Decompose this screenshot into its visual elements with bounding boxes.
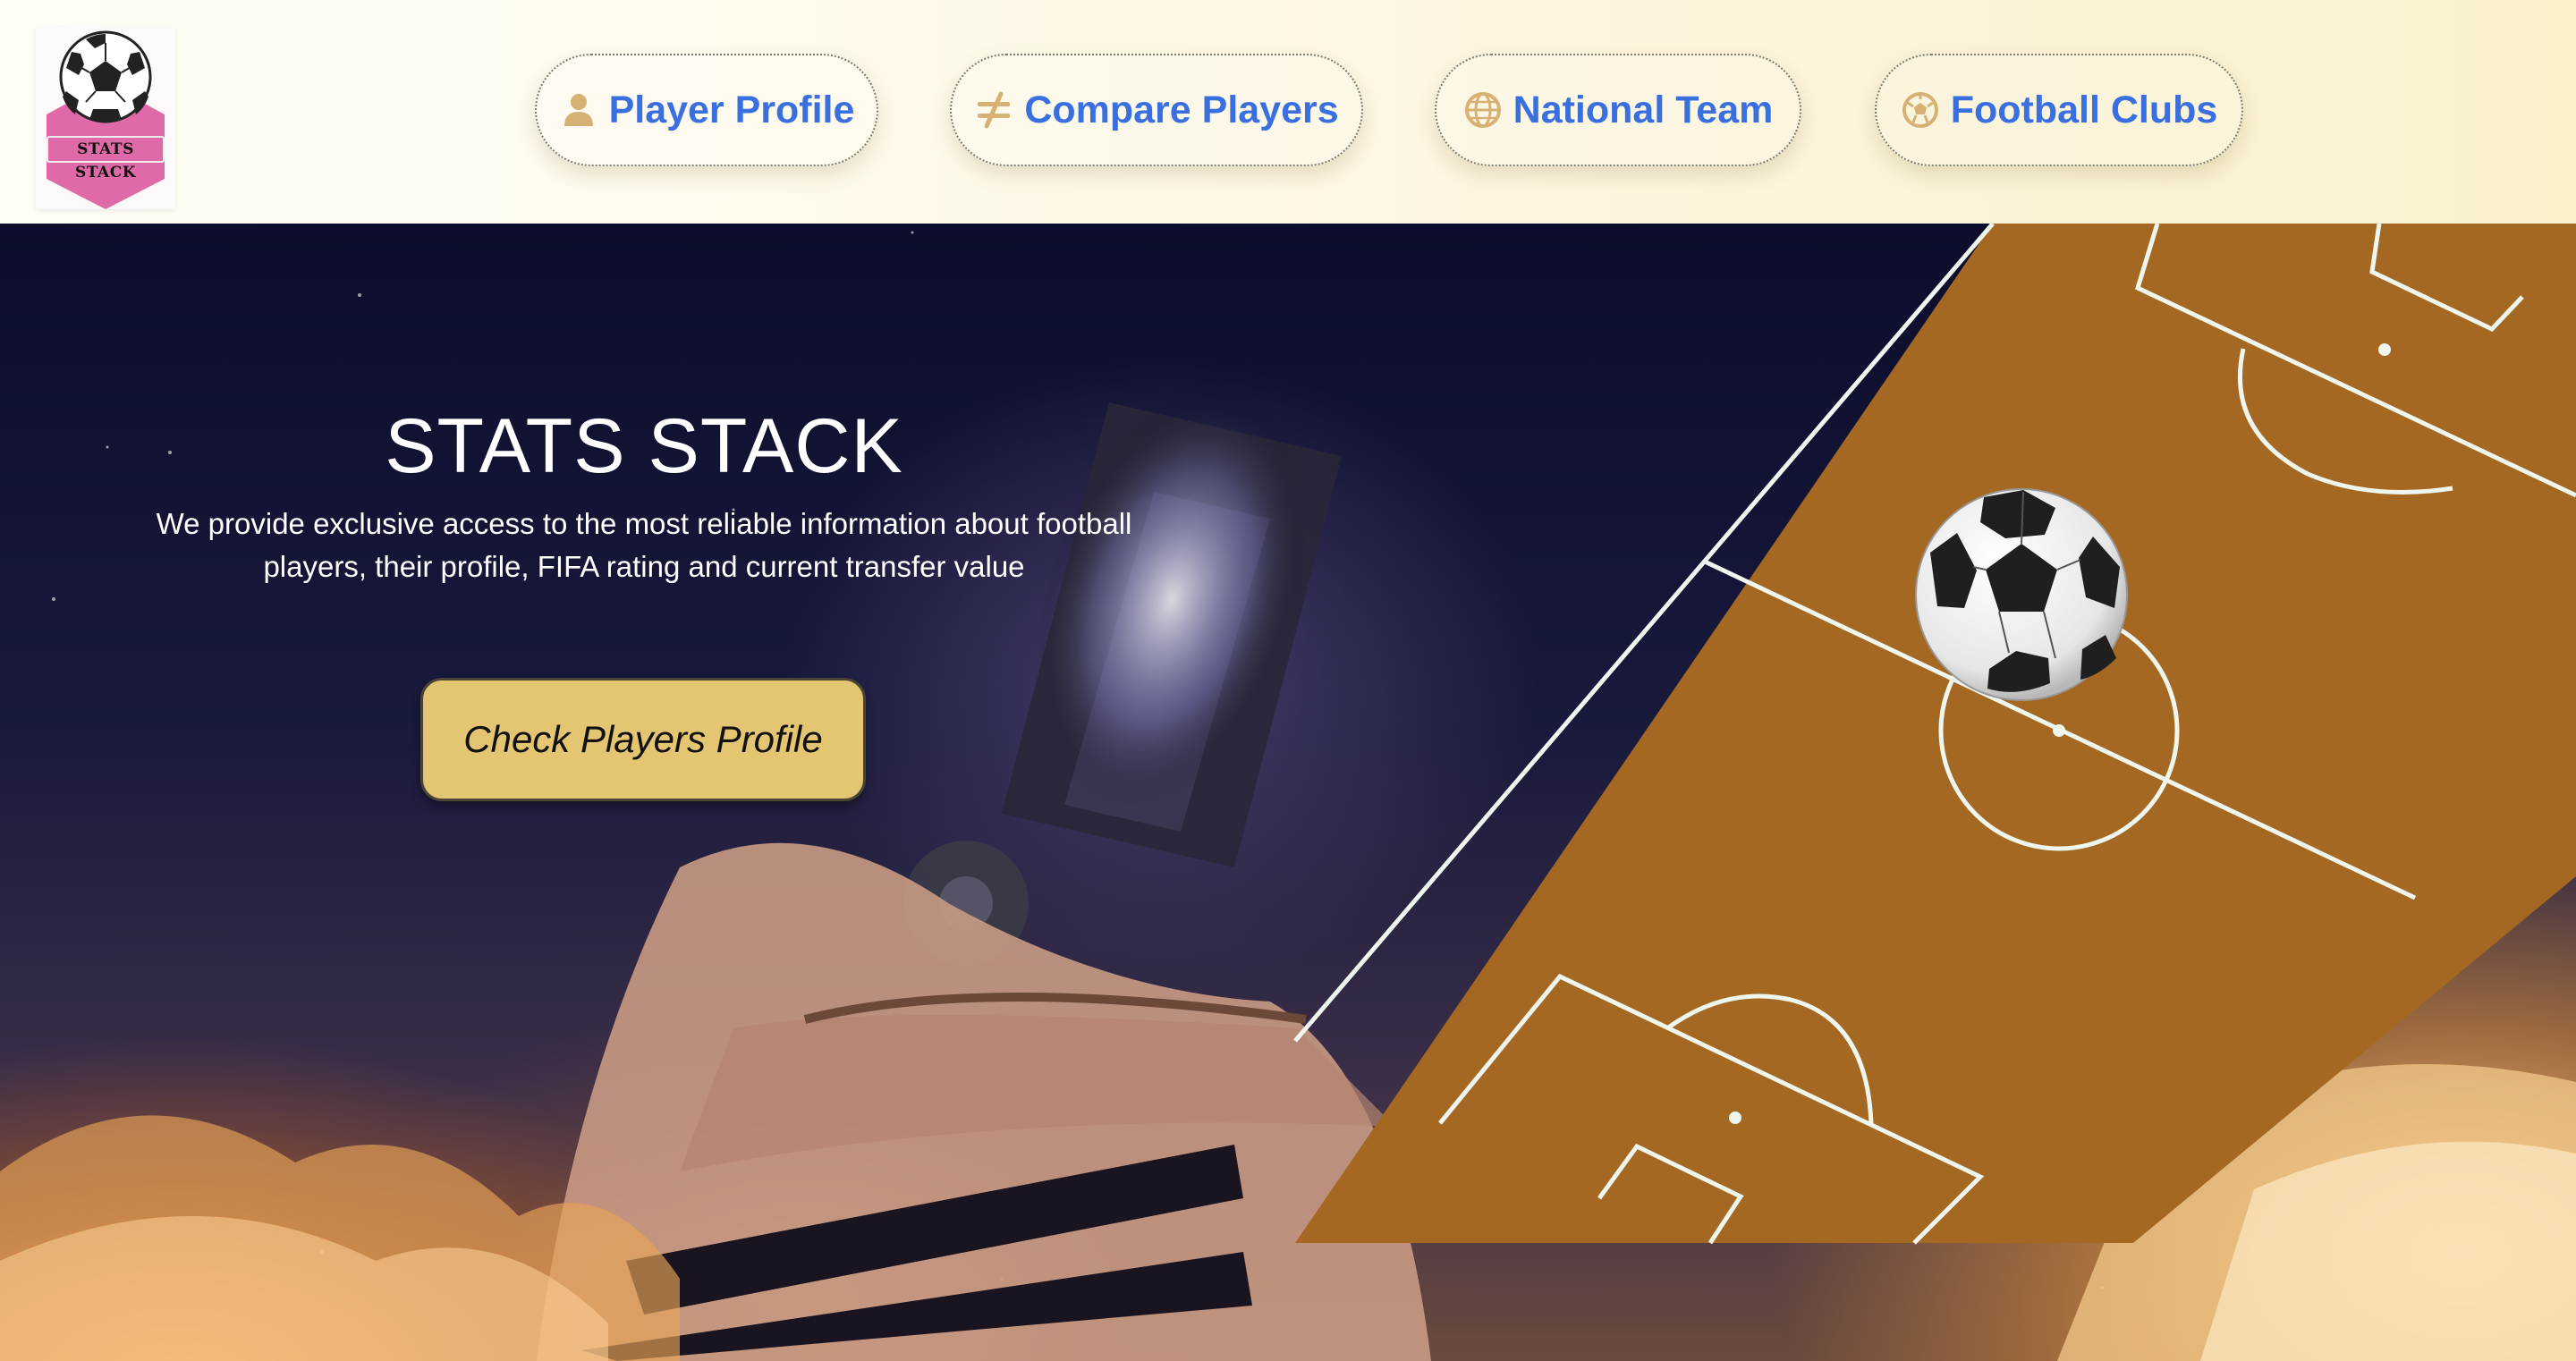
nav-label: Football Clubs (1950, 88, 2218, 131)
site-header: STATS STACK Player Profile Compare Playe… (0, 0, 2576, 224)
nav-compare-players[interactable]: Compare Players (950, 54, 1363, 166)
soccer-ball-icon (1915, 488, 2128, 701)
nav-label: National Team (1513, 88, 1774, 131)
football-icon (1902, 92, 1938, 128)
user-icon (564, 94, 593, 126)
nav-football-clubs[interactable]: Football Clubs (1875, 54, 2243, 166)
site-logo[interactable]: STATS STACK (36, 27, 175, 209)
hero-background-image (0, 224, 2576, 1361)
logo-text: STATS STACK (47, 136, 165, 182)
not-equal-icon (978, 91, 1011, 129)
nav-label: Compare Players (1024, 88, 1339, 131)
nav-label: Player Profile (608, 88, 855, 131)
hero-title: STATS STACK (385, 403, 903, 489)
check-players-profile-button[interactable]: Check Players Profile (420, 678, 866, 801)
nav-national-team[interactable]: National Team (1435, 54, 1801, 166)
hero-description: We provide exclusive access to the most … (156, 507, 1132, 583)
globe-icon (1464, 92, 1501, 128)
nav-player-profile[interactable]: Player Profile (535, 54, 878, 166)
hero-section: STATS STACK We provide exclusive access … (0, 224, 2576, 1361)
